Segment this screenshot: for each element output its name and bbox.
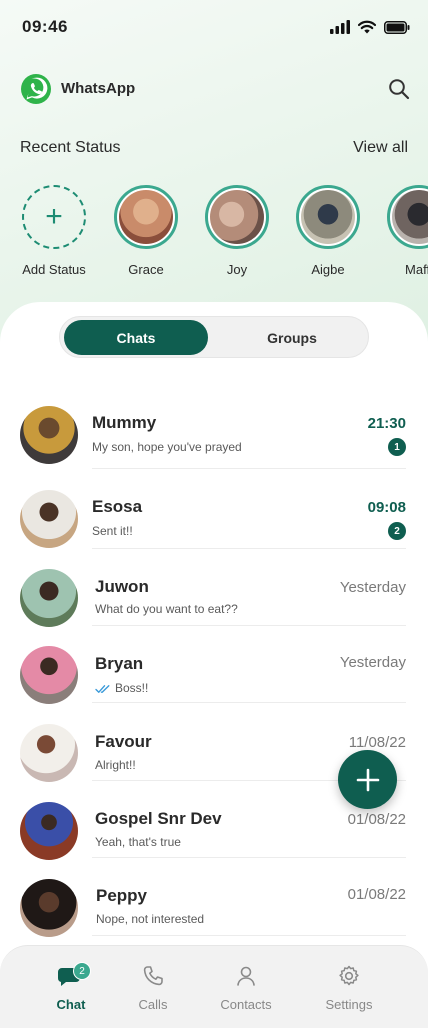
status-time: 09:46 [22,17,68,36]
chat-group-toggle: Chats Groups [59,316,369,358]
avatar [210,190,264,244]
chat-name: Gospel Snr Dev [95,809,222,828]
status-item-grace[interactable]: Grace [111,185,181,277]
status-label: Add Status [22,262,86,277]
chat-name: Juwon [95,577,149,596]
nav-contacts[interactable]: Contacts [206,964,286,1012]
status-label: Aigbe [311,262,345,277]
tab-groups[interactable]: Groups [220,320,364,355]
chat-row-juwon[interactable]: Juwon What do you want to eat?? Yesterda… [0,567,428,645]
status-item-joy[interactable]: Joy [202,185,272,277]
unread-badge: 1 [388,438,406,456]
chat-row-esosa[interactable]: Esosa Sent it!! 09:08 2 [0,488,428,566]
tab-chats[interactable]: Chats [64,320,208,355]
chat-preview: Nope, not interested [96,912,205,926]
chat-name: Esosa [92,497,143,516]
chat-time: 11/08/22 [348,734,406,751]
new-chat-button[interactable] [338,750,397,809]
plus-icon: + [22,185,86,249]
plus-icon [356,768,379,791]
wifi-icon [358,20,376,34]
avatar [392,190,428,244]
search-icon[interactable] [388,78,410,100]
status-item-maffi[interactable]: Maffi [384,185,428,277]
chat-row-gospel-snr-dev[interactable]: Gospel Snr Dev Yeah, that's true 01/08/2… [0,800,428,878]
status-label: Maffi [405,262,428,277]
unread-badge: 2 [388,522,406,540]
chat-time: 01/08/22 [347,811,406,828]
avatar [20,879,78,937]
chat-preview: Yeah, that's true [95,835,181,849]
avatar [20,724,78,782]
nav-label: Chat [56,997,86,1012]
recent-status-title: Recent Status [20,139,121,156]
signal-icon [330,20,350,34]
chat-name: Mummy [92,413,157,432]
chat-time: 09:08 [367,499,406,516]
phone-icon [143,966,163,986]
chat-count-badge: 2 [73,962,91,980]
view-all-link[interactable]: View all [353,139,408,157]
avatar [20,569,78,627]
divider [92,548,406,549]
nav-label: Calls [138,997,168,1012]
chat-time: Yesterday [339,579,406,596]
nav-settings[interactable]: Settings [309,964,389,1012]
divider [92,625,406,626]
avatar [20,490,78,548]
divider [92,857,406,858]
status-label: Joy [226,262,248,277]
app-title: WhatsApp [61,80,136,97]
nav-chat[interactable]: 2 Chat [31,962,111,1012]
bottom-nav: 2 Chat Calls Contacts Settings [0,945,428,1028]
avatar [20,406,78,464]
double-check-icon [95,685,110,693]
avatar [301,190,355,244]
avatar [20,802,78,860]
chat-name: Bryan [95,654,144,673]
avatar [119,190,173,244]
status-label: Grace [128,262,164,277]
divider [92,935,406,936]
status-item-aigbe[interactable]: Aigbe [293,185,363,277]
chat-preview: Sent it!! [92,524,133,538]
system-icons [330,20,410,34]
chat-preview: What do you want to eat?? [95,602,238,616]
person-icon [237,966,255,986]
divider [92,468,406,469]
add-status-button[interactable]: + Add Status [19,185,89,277]
nav-label: Settings [325,997,373,1012]
chat-time: Yesterday [339,654,406,671]
whatsapp-logo-icon [21,74,51,104]
chat-time: 21:30 [367,415,406,432]
chat-preview: Alright!! [95,758,136,772]
chat-row-bryan[interactable]: Bryan Boss!! Yesterday [0,644,428,722]
chat-name: Peppy [96,886,148,905]
nav-label: Contacts [220,997,272,1012]
chat-name: Favour [95,732,152,751]
gear-icon [339,965,359,986]
divider [92,702,406,703]
nav-calls[interactable]: Calls [113,964,193,1012]
chat-row-mummy[interactable]: Mummy My son, hope you've prayed 21:30 1 [0,404,428,482]
chat-preview: My son, hope you've prayed [92,440,242,454]
battery-icon [384,20,410,34]
chat-row-peppy[interactable]: Peppy Nope, not interested 01/08/22 [0,877,428,955]
avatar [20,646,78,704]
chat-time: 01/08/22 [347,886,406,903]
chat-preview: Boss!! [115,681,149,695]
